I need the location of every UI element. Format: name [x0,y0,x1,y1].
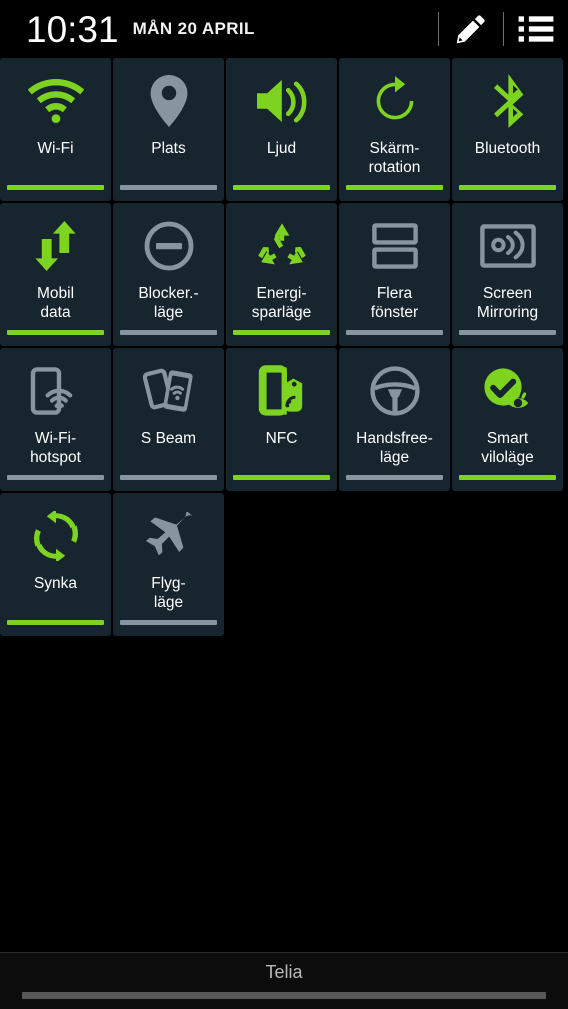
screen-rotation-icon [339,64,450,138]
status-bar: 10:31 MÅN 20 APRIL [0,0,568,58]
list-icon[interactable] [504,0,568,58]
tile-label: Wi-Fi [37,140,74,157]
status-bar-actions [438,0,568,58]
tile-label: Blocker.- läge [138,285,199,321]
tile-state-bar [120,185,217,190]
tile-label: NFC [265,430,298,447]
tile-state-bar [120,475,217,480]
screen-mirroring-icon [452,209,563,283]
quick-setting-tile[interactable]: Smart viloläge [452,348,563,491]
s-beam-icon [113,354,224,428]
tile-state-bar [459,330,556,335]
tile-label: Wi-Fi- hotspot [30,430,81,466]
tile-state-bar [459,475,556,480]
carrier-label: Telia [265,962,303,982]
tile-state-bar [120,330,217,335]
tile-label: Skärm- rotation [368,140,421,176]
mobile-data-icon [0,209,111,283]
drag-handle[interactable] [22,992,546,999]
sync-icon [0,499,111,573]
tile-label: Flera fönster [370,285,419,321]
tile-label: Ljud [266,140,297,157]
blocking-mode-icon [113,209,224,283]
nfc-icon [226,354,337,428]
tile-label: Bluetooth [474,140,541,157]
tile-label: Handsfree- läge [356,430,433,466]
tile-state-bar [7,620,104,625]
sound-speaker-icon [226,64,337,138]
bluetooth-icon [452,64,563,138]
power-saving-icon [226,209,337,283]
tile-state-bar [346,475,443,480]
tile-label: Flyg- läge [151,575,186,611]
location-pin-icon [113,64,224,138]
tile-state-bar [346,330,443,335]
tile-label: Energi- sparläge [251,285,312,321]
tile-state-bar [233,475,330,480]
wifi-hotspot-icon [0,354,111,428]
tile-state-bar [459,185,556,190]
quick-setting-tile[interactable]: Blocker.- läge [113,203,224,346]
pencil-icon[interactable] [439,0,503,58]
tile-label: Synka [33,575,78,592]
quick-setting-tile[interactable]: Plats [113,58,224,201]
quick-setting-tile[interactable]: Flyg- läge [113,493,224,636]
airplane-icon [113,499,224,573]
notification-footer: Telia [0,952,568,1009]
quick-setting-tile[interactable]: Flera fönster [339,203,450,346]
tile-label: Plats [151,140,186,157]
quick-setting-tile[interactable]: Bluetooth [452,58,563,201]
tile-label: Screen Mirroring [476,285,539,321]
tile-state-bar [120,620,217,625]
quick-setting-tile[interactable]: NFC [226,348,337,491]
quick-setting-tile[interactable]: S Beam [113,348,224,491]
tile-state-bar [233,185,330,190]
quick-setting-tile[interactable]: Ljud [226,58,337,201]
tile-state-bar [7,330,104,335]
tile-label: Smart viloläge [481,430,534,466]
quick-settings-grid: Wi-Fi Plats Ljud Skärm- rotation Bluetoo… [0,58,568,638]
tile-state-bar [7,475,104,480]
multi-window-icon [339,209,450,283]
tile-state-bar [346,185,443,190]
quick-setting-tile[interactable]: Screen Mirroring [452,203,563,346]
quick-setting-tile[interactable]: Skärm- rotation [339,58,450,201]
quick-setting-tile[interactable]: Wi-Fi- hotspot [0,348,111,491]
clock: 10:31 [26,8,119,50]
tile-state-bar [7,185,104,190]
smart-stay-icon [452,354,563,428]
steering-wheel-icon [339,354,450,428]
date-label: MÅN 20 APRIL [132,19,255,38]
wifi-icon [0,64,111,138]
tile-label: S Beam [140,430,197,447]
quick-setting-tile[interactable]: Energi- sparläge [226,203,337,346]
quick-setting-tile[interactable]: Wi-Fi [0,58,111,201]
tile-label: Mobil data [36,285,75,321]
quick-setting-tile[interactable]: Mobil data [0,203,111,346]
quick-setting-tile[interactable]: Synka [0,493,111,636]
quick-setting-tile[interactable]: Handsfree- läge [339,348,450,491]
tile-state-bar [233,330,330,335]
